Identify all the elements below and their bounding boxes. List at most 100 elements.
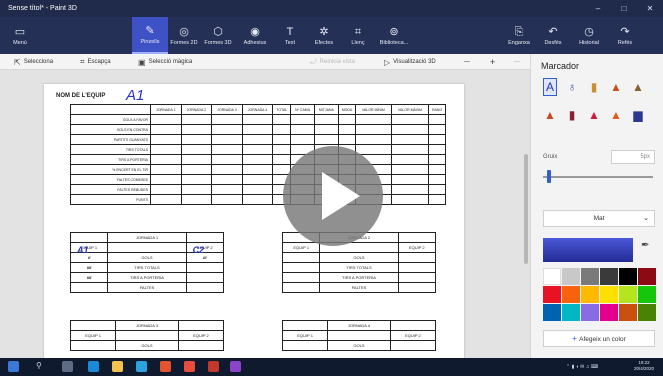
row-label: GOLS bbox=[107, 252, 187, 263]
row-label: PARTITS GUANYATS bbox=[70, 134, 151, 145]
clock: 19:22 20/4/2020 bbox=[634, 360, 655, 371]
magic-select-icon: ▣ bbox=[138, 57, 146, 67]
row-label: PUNTS bbox=[70, 194, 151, 205]
color-swatch[interactable] bbox=[619, 304, 637, 321]
color-swatch[interactable] bbox=[600, 268, 618, 285]
color-swatch[interactable] bbox=[562, 286, 580, 303]
tab-2d-shapes[interactable]: ◎ Formes 2D bbox=[166, 17, 202, 54]
team-2-cell: EQUIP 2 C2 bbox=[185, 242, 225, 255]
effects-icon: ✲ bbox=[319, 25, 329, 38]
select-button[interactable]: ⇱ Selecciona bbox=[14, 54, 53, 70]
reset-view-icon: ⤾ bbox=[310, 57, 317, 66]
calligraphy-pen-icon[interactable]: ♁ bbox=[565, 78, 579, 96]
oil-brush-icon[interactable]: ▮ bbox=[587, 78, 601, 96]
magic-select-button[interactable]: ▣ Selecció màgica bbox=[138, 54, 192, 70]
task-view-icon[interactable] bbox=[62, 361, 73, 372]
color-swatch[interactable] bbox=[600, 286, 618, 303]
color-swatch[interactable] bbox=[638, 286, 656, 303]
tab-brushes[interactable]: ✎ Pinzells bbox=[132, 17, 168, 54]
table-header-cell: RANG bbox=[428, 104, 446, 115]
more-options-button[interactable]: ··· bbox=[514, 54, 520, 70]
add-color-button[interactable]: + Afegeix un color bbox=[543, 330, 655, 347]
color-swatch[interactable] bbox=[543, 286, 561, 303]
row-label: TIRS A PORTERIA bbox=[70, 154, 151, 165]
edge-browser-icon[interactable] bbox=[88, 361, 99, 372]
system-tray[interactable]: ⌃ ▮ ◖ ✉ ♫ ⌨ bbox=[566, 358, 598, 376]
tab-stickers[interactable]: ◉ Adhesius bbox=[237, 17, 273, 54]
pencil-icon[interactable]: ▲ bbox=[543, 106, 557, 124]
crop-icon: ⌗ bbox=[80, 57, 85, 66]
finish-dropdown[interactable]: Mat ⌄ bbox=[543, 210, 655, 227]
tab-canvas[interactable]: ⌗ Llenç bbox=[340, 17, 376, 54]
row-label: TIRS TOTALS bbox=[70, 144, 151, 155]
text-icon: T bbox=[286, 25, 294, 38]
mail-icon[interactable] bbox=[136, 361, 147, 372]
history-icon: ◷ bbox=[584, 25, 594, 38]
color-swatch[interactable] bbox=[638, 304, 656, 321]
tab-library[interactable]: ⊚ Biblioteca... bbox=[376, 17, 412, 54]
canvas-paper[interactable]: NOM DE L'EQUIP A1 JORNADA 1 JORNADA 2 JO… bbox=[44, 84, 464, 358]
view-3d-button[interactable]: ▷ Visualització 3D bbox=[384, 54, 436, 70]
row-label: TIRS TOTALS bbox=[319, 262, 399, 273]
zoom-out-button[interactable]: — bbox=[464, 54, 470, 70]
acrobat-icon[interactable] bbox=[208, 361, 219, 372]
zoom-in-button[interactable]: + bbox=[490, 54, 495, 70]
paste-button[interactable]: ⎘ Enganxa bbox=[501, 17, 537, 54]
search-icon[interactable]: ⚲ bbox=[36, 361, 47, 372]
thickness-slider-track[interactable] bbox=[543, 176, 653, 178]
crayon-icon[interactable]: ▲ bbox=[587, 106, 601, 124]
selected-color-swatch[interactable] bbox=[543, 238, 633, 262]
row-label: GOLS bbox=[319, 252, 399, 263]
watercolor-icon[interactable]: ▲ bbox=[609, 78, 623, 96]
color-swatch[interactable] bbox=[543, 268, 561, 285]
jornada-2-table: JORNADA 2 EQUIP 1 EQUIP 2 GOLS TIRS TOTA… bbox=[281, 232, 437, 293]
crop-button[interactable]: ⌗ Escapça bbox=[80, 54, 111, 70]
file-explorer-icon[interactable] bbox=[112, 361, 123, 372]
color-swatch[interactable] bbox=[581, 268, 599, 285]
menu-button[interactable]: ▭ Menú bbox=[2, 17, 38, 54]
thickness-input[interactable]: 5px bbox=[611, 150, 655, 164]
history-button[interactable]: ◷ Historial bbox=[571, 17, 607, 54]
vertical-scrollbar[interactable] bbox=[524, 154, 528, 264]
close-button[interactable]: ✕ bbox=[637, 4, 663, 13]
tab-effects[interactable]: ✲ Efectes bbox=[306, 17, 342, 54]
table-header-cell: JORNADA 2 bbox=[180, 104, 213, 115]
color-swatch[interactable] bbox=[600, 304, 618, 321]
eyedropper-icon[interactable]: ✒ bbox=[641, 240, 649, 251]
reset-view-button[interactable]: ⤾ Reinicia vista bbox=[310, 54, 355, 70]
color-swatch[interactable] bbox=[619, 268, 637, 285]
eraser-icon[interactable]: ▮ bbox=[565, 106, 579, 124]
panel-title: Marcador bbox=[541, 61, 580, 71]
color-swatch[interactable] bbox=[562, 304, 580, 321]
minimize-button[interactable]: – bbox=[585, 4, 611, 13]
tab-3d-shapes[interactable]: ⬡ Formes 3D bbox=[200, 17, 236, 54]
fill-bucket-icon[interactable]: ▆ bbox=[631, 106, 645, 124]
undo-icon: ↶ bbox=[548, 25, 558, 38]
color-swatch[interactable] bbox=[638, 268, 656, 285]
tab-text[interactable]: T Text bbox=[272, 17, 308, 54]
paint-3d-icon[interactable] bbox=[230, 361, 241, 372]
undo-button[interactable]: ↶ Desfés bbox=[535, 17, 571, 54]
app-icon[interactable] bbox=[160, 361, 171, 372]
pixel-pen-icon[interactable]: ▲ bbox=[631, 78, 645, 96]
color-palette bbox=[543, 268, 656, 321]
color-swatch[interactable] bbox=[562, 268, 580, 285]
color-swatch[interactable] bbox=[581, 286, 599, 303]
marker-brush-icon[interactable]: A bbox=[543, 78, 557, 96]
table-row: FALTES COMESES bbox=[70, 174, 446, 185]
color-swatch[interactable] bbox=[619, 286, 637, 303]
thickness-slider-thumb[interactable] bbox=[547, 170, 551, 183]
windows-start-icon[interactable] bbox=[8, 361, 19, 372]
table-header-cell: TOTAL bbox=[272, 104, 292, 115]
chrome-icon[interactable] bbox=[184, 361, 195, 372]
table-row: TIRS TOTALS bbox=[70, 144, 446, 155]
cursor-icon: ⇱ bbox=[14, 57, 21, 67]
color-swatch[interactable] bbox=[543, 304, 561, 321]
canvas-area[interactable]: NOM DE L'EQUIP A1 JORNADA 1 JORNADA 2 JO… bbox=[0, 70, 530, 358]
spray-can-icon[interactable]: ▲ bbox=[609, 106, 623, 124]
redo-button[interactable]: ↷ Refés bbox=[607, 17, 643, 54]
maximize-button[interactable]: □ bbox=[611, 4, 637, 13]
jornada-3-table: JORNADA 3 EQUIP 1 EQUIP 2 GOLS bbox=[69, 320, 225, 351]
color-swatch[interactable] bbox=[581, 304, 599, 321]
table-row: PARTITS GUANYATS bbox=[70, 134, 446, 145]
